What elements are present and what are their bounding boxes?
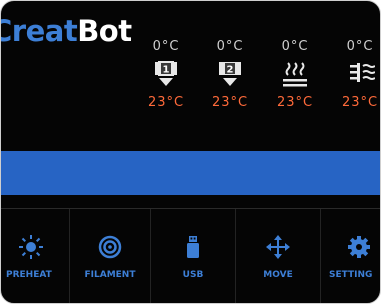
creatbot-logo: CreatBot: [1, 14, 132, 48]
temp-heated-bed[interactable]: 0°C 23°C: [266, 39, 324, 111]
current-temp: 23°C: [341, 95, 379, 110]
status-bar: [1, 151, 380, 195]
usb-label: USB: [182, 270, 204, 280]
current-temp: 23°C: [211, 95, 249, 110]
extruder-2-icon: 2: [219, 62, 241, 86]
printer-screen: CreatBot 0°C 1 23°C 0°C 2 23°C 0°C: [0, 0, 381, 304]
extruder-badge: 2: [227, 65, 234, 76]
usb-drive-icon: [187, 236, 199, 258]
preheat-label: PREHEAT: [6, 270, 52, 280]
target-temp: 0°C: [216, 39, 244, 54]
sun-icon: [19, 235, 43, 259]
chamber-heater-icon: [350, 63, 375, 82]
settings-button[interactable]: SETTING: [321, 209, 380, 303]
extruder-1-icon: 1: [155, 61, 177, 86]
move-label: MOVE: [263, 270, 293, 280]
usb-button[interactable]: USB: [151, 209, 236, 303]
temp-extruder-1[interactable]: 0°C 1 23°C: [137, 39, 195, 111]
temp-chamber[interactable]: 0°C 23°C: [331, 39, 380, 111]
move-arrows-icon: [266, 235, 290, 259]
settings-label: SETTING: [329, 270, 373, 280]
target-temp: 0°C: [152, 39, 180, 54]
filament-label: FILAMENT: [84, 270, 136, 280]
filament-spool-icon: [98, 235, 122, 259]
extruder-badge: 1: [163, 65, 170, 76]
current-temp: 23°C: [147, 95, 185, 110]
heated-bed-icon: [283, 62, 307, 87]
temp-extruder-2[interactable]: 0°C 2 23°C: [201, 39, 259, 111]
current-temp: 23°C: [276, 95, 314, 110]
target-temp: 0°C: [346, 39, 374, 54]
gear-icon: [348, 236, 370, 258]
filament-button[interactable]: FILAMENT: [70, 209, 151, 303]
move-button[interactable]: MOVE: [236, 209, 321, 303]
target-temp: 0°C: [281, 39, 309, 54]
preheat-button[interactable]: PREHEAT: [1, 209, 70, 303]
